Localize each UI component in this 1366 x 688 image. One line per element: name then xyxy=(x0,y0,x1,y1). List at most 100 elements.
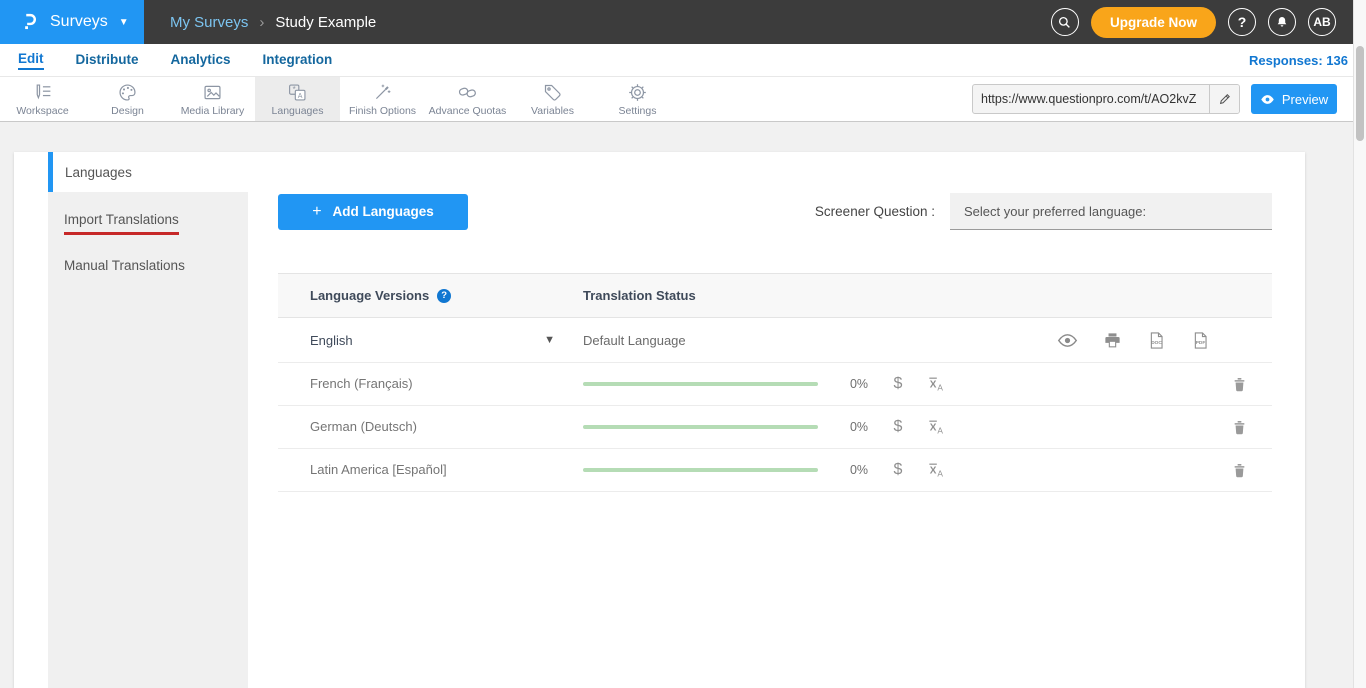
language-versions-header: Language Versions xyxy=(310,288,429,303)
sidebar-title-label: Languages xyxy=(65,165,132,180)
translate-icon: X A xyxy=(926,460,946,480)
search-icon xyxy=(1057,15,1072,30)
survey-url-text[interactable]: https://www.questionpro.com/t/AO2kvZ xyxy=(973,92,1209,106)
paid-translation-button[interactable]: $ xyxy=(892,375,904,393)
toolbar-item-finish-options[interactable]: Finish Options xyxy=(340,77,425,121)
edit-toolbar: Workspace Design Media Library xyxy=(0,77,1366,122)
chevron-down-icon[interactable]: ▼ xyxy=(544,334,555,346)
svg-text:X: X xyxy=(930,465,937,476)
brand-menu[interactable]: Surveys ▼ xyxy=(0,0,144,44)
paid-translation-button[interactable]: $ xyxy=(892,461,904,479)
svg-text:A: A xyxy=(937,426,943,436)
toolbar-item-variables[interactable]: Variables xyxy=(510,77,595,121)
auto-translate-button[interactable]: X A xyxy=(926,417,946,437)
add-languages-button[interactable]: + Add Languages xyxy=(278,194,468,230)
auto-translate-button[interactable]: X A xyxy=(926,460,946,480)
tab-integration[interactable]: Integration xyxy=(263,52,333,69)
screener-question-group: Screener Question : Select your preferre… xyxy=(815,193,1272,230)
survey-url-field[interactable]: https://www.questionpro.com/t/AO2kvZ xyxy=(972,84,1240,114)
languages-content: + Add Languages Screener Question : Sele… xyxy=(248,152,1305,688)
export-pdf-button[interactable]: PDF xyxy=(1191,331,1210,350)
screener-question-value: Select your preferred language: xyxy=(964,204,1146,219)
vertical-scrollbar[interactable] xyxy=(1353,0,1366,688)
auto-translate-button[interactable]: X A xyxy=(926,374,946,394)
upgrade-now-button[interactable]: Upgrade Now xyxy=(1091,7,1216,38)
translation-progress-bar xyxy=(583,468,818,472)
default-language-name: English xyxy=(310,333,353,348)
toolbar-item-label: Media Library xyxy=(181,105,245,117)
toolbar-item-settings[interactable]: Settings xyxy=(595,77,680,121)
translation-percent: 0% xyxy=(842,377,876,391)
translation-status-header: Translation Status xyxy=(583,288,696,303)
toolbar-item-label: Advance Quotas xyxy=(429,105,507,117)
sidebar-item-manual-translations[interactable]: Manual Translations xyxy=(48,243,248,281)
help-button[interactable]: ? xyxy=(1228,8,1256,36)
delete-language-button[interactable] xyxy=(1231,462,1248,479)
responses-count[interactable]: Responses: 136 xyxy=(1249,53,1348,68)
svg-text:X: X xyxy=(930,379,937,390)
avatar-initials: AB xyxy=(1313,15,1330,29)
screener-question-select[interactable]: Select your preferred language: xyxy=(950,193,1272,230)
trash-icon xyxy=(1231,462,1248,479)
toolbar-item-label: Settings xyxy=(619,105,657,117)
delete-language-button[interactable] xyxy=(1231,419,1248,436)
content-top-row: + Add Languages Screener Question : Sele… xyxy=(278,193,1272,230)
toolbar-item-languages[interactable]: * A Languages xyxy=(255,77,340,121)
edit-url-button[interactable] xyxy=(1209,85,1239,113)
translation-progress-bar xyxy=(583,382,818,386)
table-row-default-language: English ▼ Default Language xyxy=(278,318,1272,363)
translation-percent: 0% xyxy=(842,463,876,477)
breadcrumb-my-surveys[interactable]: My Surveys xyxy=(170,14,248,31)
svg-text:A: A xyxy=(298,93,303,100)
brand-label: Surveys xyxy=(50,13,108,31)
design-icon xyxy=(117,82,138,103)
toolbar-item-design[interactable]: Design xyxy=(85,77,170,121)
search-button[interactable] xyxy=(1051,8,1079,36)
svg-text:A: A xyxy=(937,383,943,393)
tab-distribute[interactable]: Distribute xyxy=(76,52,139,69)
toolbar-item-label: Workspace xyxy=(16,105,68,117)
languages-card: Languages Import Translations Manual Tra… xyxy=(14,152,1305,688)
paid-translation-button[interactable]: $ xyxy=(892,418,904,436)
screener-question-label: Screener Question : xyxy=(815,204,935,219)
toolbar-item-label: Variables xyxy=(531,105,574,117)
trash-icon xyxy=(1231,419,1248,436)
svg-text:X: X xyxy=(930,422,937,433)
svg-text:A: A xyxy=(937,469,943,479)
variables-icon xyxy=(542,82,563,103)
preview-label: Preview xyxy=(1282,92,1328,107)
tab-edit[interactable]: Edit xyxy=(18,51,44,70)
page-background: Languages Import Translations Manual Tra… xyxy=(0,122,1366,688)
sidebar-item-label: Manual Translations xyxy=(64,258,185,273)
help-icon[interactable]: ? xyxy=(437,289,451,303)
language-name: French (Français) xyxy=(310,376,413,391)
print-button[interactable] xyxy=(1103,331,1122,350)
printer-icon xyxy=(1103,331,1122,350)
preview-button[interactable]: Preview xyxy=(1251,84,1337,114)
scrollbar-thumb[interactable] xyxy=(1356,46,1364,141)
toolbar-item-workspace[interactable]: Workspace xyxy=(0,77,85,121)
tab-analytics[interactable]: Analytics xyxy=(171,52,231,69)
view-button[interactable] xyxy=(1057,330,1078,351)
eye-icon xyxy=(1260,92,1275,107)
delete-language-button[interactable] xyxy=(1231,376,1248,393)
pdf-file-icon: PDF xyxy=(1191,331,1210,350)
svg-text:DOC: DOC xyxy=(1151,340,1162,346)
export-doc-button[interactable]: DOC xyxy=(1147,331,1166,350)
breadcrumb-current: Study Example xyxy=(275,14,376,31)
chevron-down-icon: ▼ xyxy=(119,17,129,28)
sidebar-item-label: Import Translations xyxy=(64,212,179,235)
languages-icon: * A xyxy=(287,82,308,103)
languages-sidebar: Languages Import Translations Manual Tra… xyxy=(14,152,248,688)
avatar[interactable]: AB xyxy=(1308,8,1336,36)
notifications-button[interactable] xyxy=(1268,8,1296,36)
sidebar-title: Languages xyxy=(48,152,248,192)
toolbar-item-advance-quotas[interactable]: Advance Quotas xyxy=(425,77,510,121)
bell-icon xyxy=(1275,15,1289,29)
sidebar-panel: Import Translations Manual Translations xyxy=(48,192,248,688)
toolbar-item-media-library[interactable]: Media Library xyxy=(170,77,255,121)
sidebar-item-import-translations[interactable]: Import Translations xyxy=(48,197,248,243)
toolbar-item-label: Finish Options xyxy=(349,105,416,117)
breadcrumb-separator-icon: › xyxy=(259,14,264,31)
toolbar-item-label: Languages xyxy=(272,105,324,117)
